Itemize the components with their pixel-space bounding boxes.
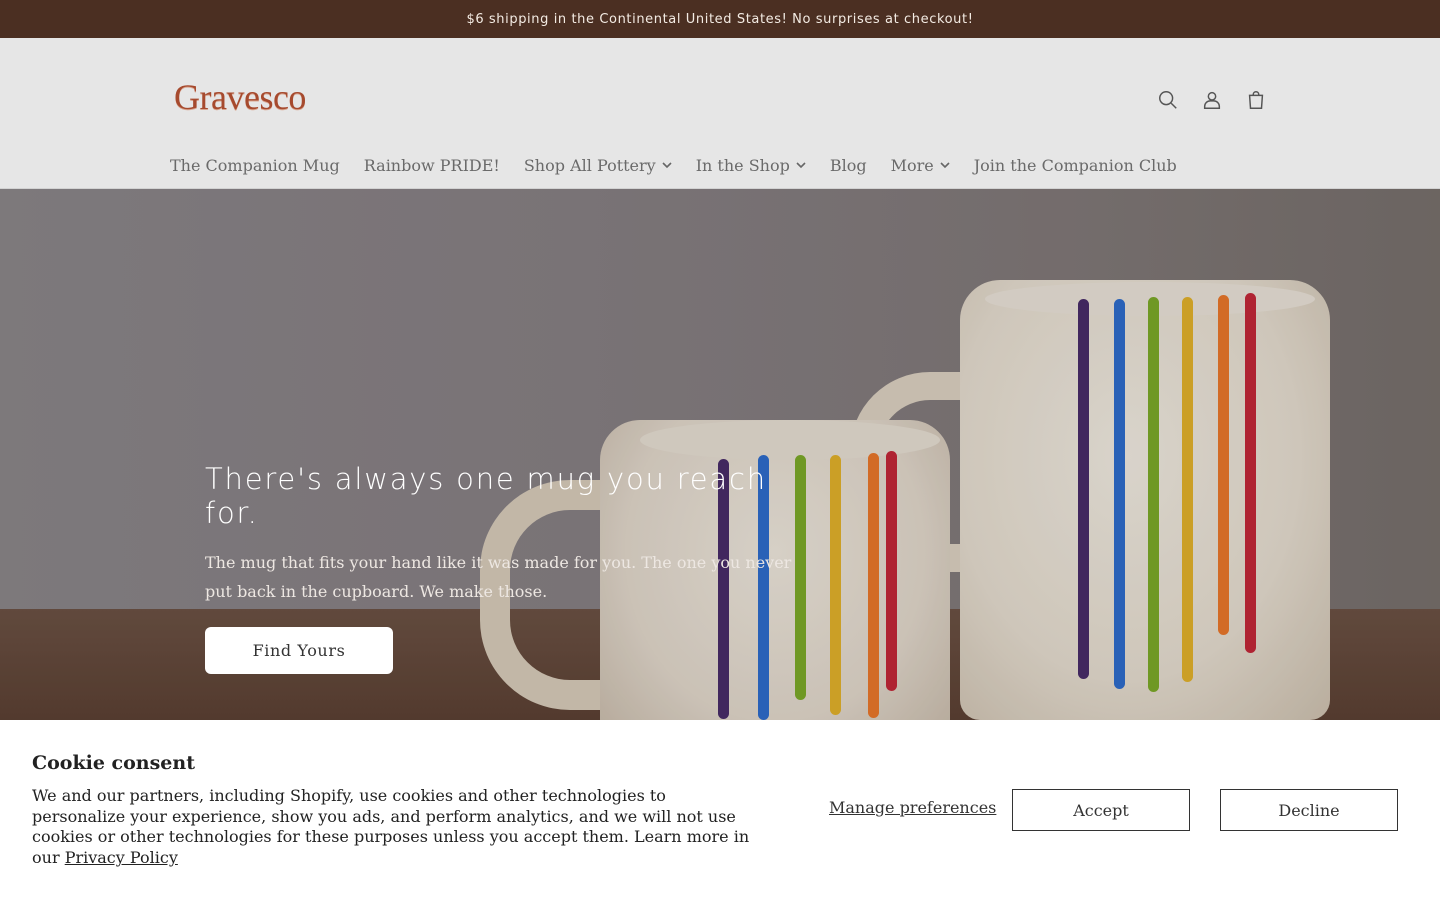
nav-item-label: Rainbow PRIDE! xyxy=(363,155,500,175)
decline-button[interactable]: Decline xyxy=(1220,789,1398,831)
hero-content: There's always one mug you reach for. Th… xyxy=(205,462,805,674)
cart-icon[interactable] xyxy=(1238,82,1274,118)
chevron-down-icon xyxy=(796,160,806,170)
nav-item-label: Blog xyxy=(829,155,867,175)
announcement-bar: $6 shipping in the Continental United St… xyxy=(0,0,1440,38)
logo[interactable]: Gravesco xyxy=(174,76,306,118)
hero-subtitle: The mug that fits your hand like it was … xyxy=(205,553,792,601)
nav-item-label: Shop All Pottery xyxy=(523,155,656,175)
chevron-down-icon xyxy=(662,160,672,170)
nav-item-blog[interactable]: Blog xyxy=(818,156,879,175)
cookie-banner: Cookie consent We and our partners, incl… xyxy=(0,720,1440,900)
nav-item-more[interactable]: More xyxy=(879,156,962,175)
chevron-down-icon xyxy=(940,160,950,170)
nav-item-label: More xyxy=(890,155,934,175)
nav-item-rainbow-pride[interactable]: Rainbow PRIDE! xyxy=(352,156,512,175)
nav-item-label: Join the Companion Club xyxy=(973,155,1177,175)
nav-item-label: In the Shop xyxy=(695,155,790,175)
announcement-text: $6 shipping in the Continental United St… xyxy=(466,11,974,27)
search-icon[interactable] xyxy=(1150,82,1186,118)
nav-item-companion-mug[interactable]: The Companion Mug xyxy=(158,156,352,175)
nav-item-label: The Companion Mug xyxy=(170,155,340,175)
accept-button[interactable]: Accept xyxy=(1012,789,1190,831)
nav-item-companion-club[interactable]: Join the Companion Club xyxy=(962,156,1189,175)
manage-preferences-link[interactable]: Manage preferences xyxy=(829,798,996,817)
account-icon[interactable] xyxy=(1194,82,1230,118)
main-nav: The Companion Mug Rainbow PRIDE! Shop Al… xyxy=(158,148,1189,182)
privacy-policy-link[interactable]: Privacy Policy xyxy=(65,848,178,867)
find-yours-button[interactable]: Find Yours xyxy=(205,627,393,674)
header-icons xyxy=(1150,82,1274,118)
hero-banner: There's always one mug you reach for. Th… xyxy=(0,189,1440,720)
cookie-text: We and our partners, including Shopify, … xyxy=(32,786,760,869)
nav-item-shop-all-pottery[interactable]: Shop All Pottery xyxy=(512,156,684,175)
cookie-title: Cookie consent xyxy=(32,752,195,774)
site-header: Gravesco The Companion Mug Rainbow PRIDE… xyxy=(0,38,1440,189)
nav-item-in-the-shop[interactable]: In the Shop xyxy=(684,156,818,175)
hero-title: There's always one mug you reach for. xyxy=(205,462,767,530)
